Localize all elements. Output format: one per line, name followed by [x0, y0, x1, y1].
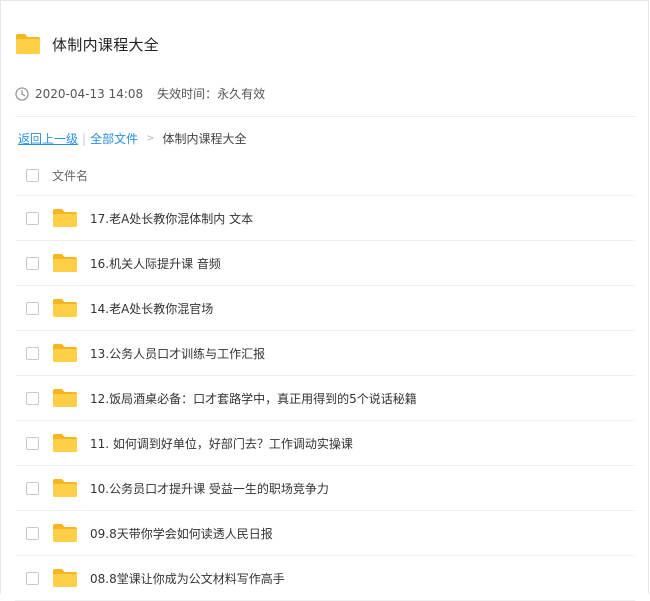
file-list-header: 文件名 [15, 155, 635, 196]
row-checkbox[interactable] [26, 346, 39, 360]
file-list: 文件名 17.老A处长教你混体制内 文本 16.机关人际提升课 音频 14.老A… [15, 155, 635, 601]
row-checkbox[interactable] [26, 481, 39, 495]
folder-icon [53, 479, 77, 497]
file-name[interactable]: 09.8天带你学会如何读透人民日报 [90, 525, 273, 542]
breadcrumb: 返回上一级 | 全部文件 > 体制内课程大全 [18, 130, 246, 147]
folder-icon [53, 209, 77, 227]
all-files-link[interactable]: 全部文件 [90, 130, 138, 147]
row-checkbox[interactable] [26, 211, 39, 225]
row-checkbox[interactable] [26, 256, 39, 270]
share-meta: 2020-04-13 14:08 失效时间：永久有效 [15, 85, 265, 102]
folder-icon [53, 389, 77, 407]
share-date: 2020-04-13 14:08 [35, 86, 144, 101]
folder-icon [16, 34, 40, 54]
folder-icon [53, 569, 77, 587]
page-title: 体制内课程大全 [52, 35, 160, 54]
folder-icon [53, 254, 77, 272]
row-checkbox[interactable] [26, 301, 39, 315]
file-name[interactable]: 13.公务人员口才训练与工作汇报 [90, 345, 265, 362]
file-name[interactable]: 08.8堂课让你成为公文材料写作高手 [90, 570, 285, 587]
file-name[interactable]: 12.饭局酒桌必备：口才套路学中，真正用得到的5个说话秘籍 [90, 390, 417, 407]
expiry-text: 失效时间：永久有效 [157, 87, 266, 101]
file-name[interactable]: 11. 如何调到好单位，好部门去？工作调动实操课 [90, 435, 353, 452]
folder-header: 体制内课程大全 [15, 33, 159, 55]
breadcrumb-arrow-icon: > [146, 133, 155, 144]
list-item[interactable]: 12.饭局酒桌必备：口才套路学中，真正用得到的5个说话秘籍 [15, 376, 635, 421]
row-checkbox[interactable] [26, 571, 39, 585]
select-all-checkbox[interactable] [26, 168, 39, 182]
list-item[interactable]: 13.公务人员口才训练与工作汇报 [15, 331, 635, 376]
folder-icon [53, 434, 77, 452]
row-checkbox[interactable] [26, 436, 39, 450]
folder-icon [53, 524, 77, 542]
list-item[interactable]: 09.8天带你学会如何读透人民日报 [15, 511, 635, 556]
row-checkbox[interactable] [26, 526, 39, 540]
list-item[interactable]: 10.公务员口才提升课 受益一生的职场竞争力 [15, 466, 635, 511]
back-link[interactable]: 返回上一级 [18, 130, 78, 147]
clock-icon [15, 86, 29, 101]
row-checkbox[interactable] [26, 391, 39, 405]
list-item[interactable]: 08.8堂课让你成为公文材料写作高手 [15, 556, 635, 601]
breadcrumb-separator: | [82, 131, 87, 146]
list-item[interactable]: 17.老A处长教你混体制内 文本 [15, 196, 635, 241]
folder-icon [53, 344, 77, 362]
file-name[interactable]: 10.公务员口才提升课 受益一生的职场竞争力 [90, 480, 329, 497]
list-item[interactable]: 16.机关人际提升课 音频 [15, 241, 635, 286]
file-name[interactable]: 17.老A处长教你混体制内 文本 [90, 210, 253, 227]
folder-icon [53, 299, 77, 317]
file-name[interactable]: 14.老A处长教你混官场 [90, 300, 213, 317]
file-name[interactable]: 16.机关人际提升课 音频 [90, 255, 221, 272]
breadcrumb-current: 体制内课程大全 [162, 132, 247, 146]
divider [15, 116, 635, 117]
list-item[interactable]: 11. 如何调到好单位，好部门去？工作调动实操课 [15, 421, 635, 466]
column-header-filename: 文件名 [52, 168, 89, 183]
list-item[interactable]: 14.老A处长教你混官场 [15, 286, 635, 331]
